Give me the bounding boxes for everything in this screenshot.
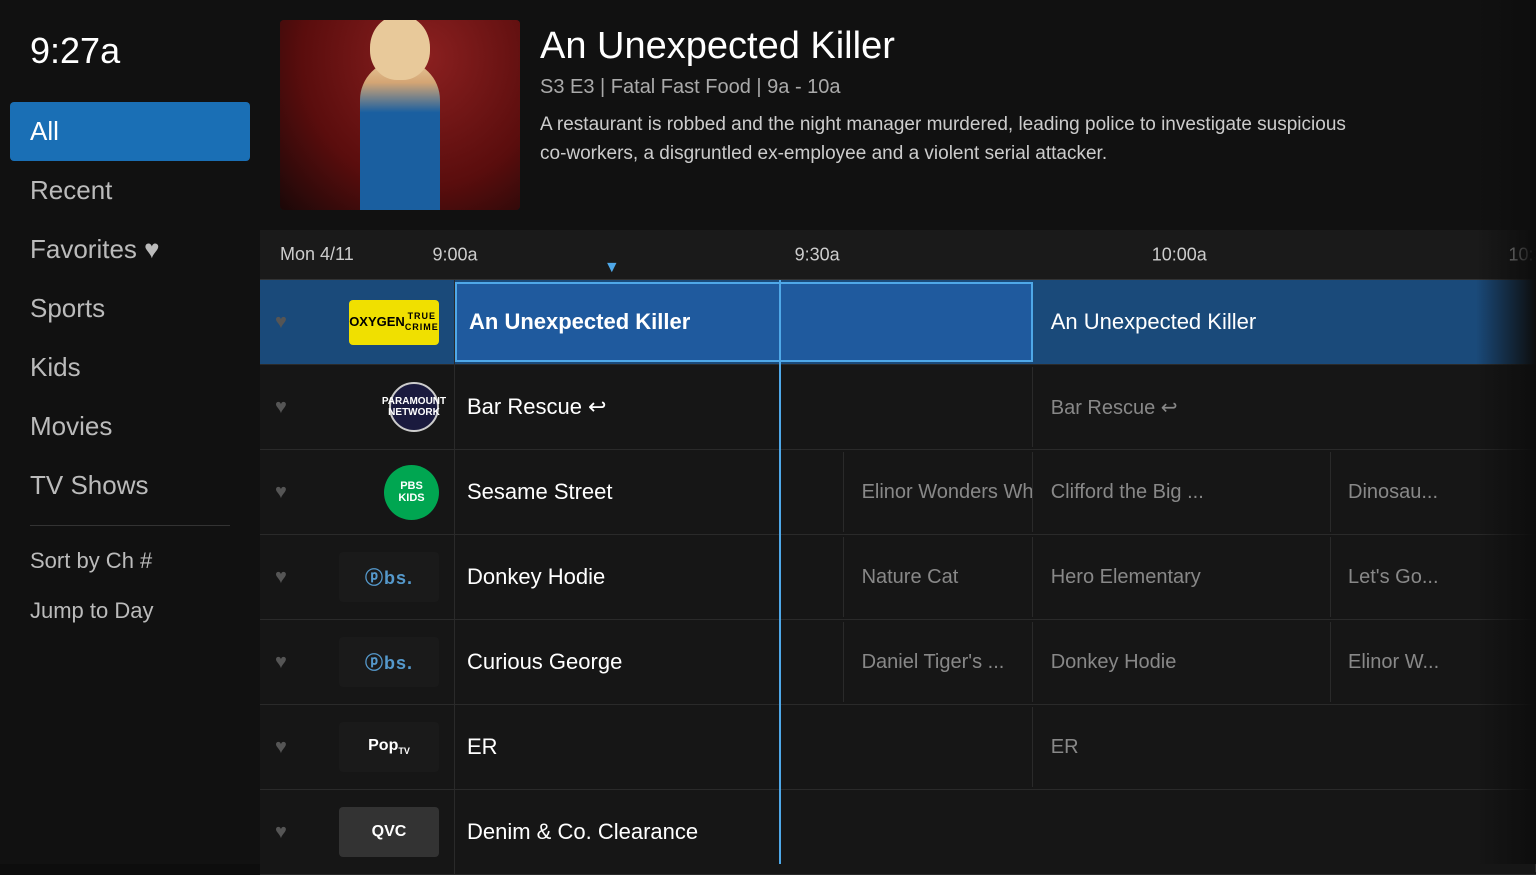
favorite-heart-pbs1[interactable]: ♥ [275,566,287,589]
program-block-paramount-0[interactable]: Bar Rescue ↩ [455,367,1033,447]
channel-row-pop[interactable]: ♥ PopTV ERER [260,705,1536,790]
programs-area-pbs2: Curious GeorgeDaniel Tiger's ...Donkey H… [455,620,1536,704]
channel-logo-pbs2: ⓟbs. [339,637,439,687]
channel-logo-pop: PopTV [339,722,439,772]
program-description: A restaurant is robbed and the night man… [540,111,1360,168]
program-block-pbs2-2[interactable]: Donkey Hodie [1039,622,1331,702]
programs-area-pop: ERER [455,705,1536,789]
program-meta: S3 E3 | Fatal Fast Food | 9a - 10a [540,76,1516,99]
sidebar-item-kids[interactable]: Kids [0,338,260,397]
sidebar: 9:27a AllRecentFavorites ♥SportsKidsMovi… [0,0,260,864]
programs-area-qvc: Denim & Co. Clearance [455,790,1536,874]
program-block-pop-1[interactable]: ER [1039,707,1536,787]
favorite-heart-pop[interactable]: ♥ [275,736,287,759]
favorite-heart-oxygen[interactable]: ♥ [275,311,287,334]
programs-area-pbs-kids: Sesame StreetElinor Wonders WhyClifford … [455,450,1536,534]
main-area: An Unexpected Killer S3 E3 | Fatal Fast … [260,0,1536,864]
program-block-pbs1-3[interactable]: Let's Go... [1336,537,1536,617]
channel-logo-paramount: PARAMOUNTNETWORK [389,382,439,432]
channel-logo-qvc: QVC [339,807,439,857]
time-marker-3: 10:30a [1508,244,1536,265]
sidebar-utility-jump[interactable]: Jump to Day [0,586,260,636]
thumbnail-image [280,20,520,210]
channel-rows: ♥ OXYGENTRUE CRIME An Unexpected KillerAn … [260,280,1536,875]
channel-logo-pbs1: ⓟbs. [339,552,439,602]
channel-cell-pbs-kids: ♥ PBSKIDS [260,450,455,534]
sidebar-nav: AllRecentFavorites ♥SportsKidsMoviesTV S… [0,102,260,864]
program-block-pbs1-1[interactable]: Nature Cat [850,537,1034,617]
channel-cell-pbs2: ♥ ⓟbs. [260,620,455,704]
program-block-pbs2-3[interactable]: Elinor W... [1336,622,1536,702]
timeline-header: Mon 4/11 9:00a 9:30a 10:00a 10:30a ▼ [260,230,1536,280]
favorite-heart-pbs-kids[interactable]: ♥ [275,481,287,504]
programs-area-pbs1: Donkey HodieNature CatHero ElementaryLet… [455,535,1536,619]
channel-row-pbs2[interactable]: ♥ ⓟbs. Curious GeorgeDaniel Tiger's ...Don… [260,620,1536,705]
channel-cell-paramount: ♥ PARAMOUNTNETWORK [260,365,455,449]
channel-row-pbs1[interactable]: ♥ ⓟbs. Donkey HodieNature CatHero Elementa… [260,535,1536,620]
program-block-paramount-1[interactable]: Bar Rescue ↩ [1039,367,1536,447]
program-block-pbs2-0[interactable]: Curious George [455,622,844,702]
programs-area-paramount: Bar Rescue ↩Bar Rescue ↩ [455,365,1536,449]
timeline-times: 9:00a9:30a10:00a10:30a▼ [455,230,1536,279]
channel-row-paramount[interactable]: ♥ PARAMOUNTNETWORK Bar Rescue ↩Bar Rescue … [260,365,1536,450]
channel-logo-pbs-kids: PBSKIDS [384,465,439,520]
channel-cell-oxygen: ♥ OXYGENTRUE CRIME [260,280,455,364]
current-time: 9:27a [0,30,260,102]
sidebar-item-favorites[interactable]: Favorites ♥ [0,220,260,279]
time-marker-2: 10:00a [1152,244,1207,265]
sidebar-divider [30,525,230,526]
sidebar-item-movies[interactable]: Movies [0,397,260,456]
sidebar-item-recent[interactable]: Recent [0,161,260,220]
channel-cell-qvc: ♥ QVC [260,790,455,874]
program-block-qvc-0[interactable]: Denim & Co. Clearance [455,792,1536,872]
channel-row-pbs-kids[interactable]: ♥ PBSKIDS Sesame StreetElinor Wonders WhyC… [260,450,1536,535]
channel-cell-pbs1: ♥ ⓟbs. [260,535,455,619]
program-block-oxygen-0[interactable]: An Unexpected Killer [455,282,1033,362]
sidebar-item-sports[interactable]: Sports [0,279,260,338]
favorite-heart-paramount[interactable]: ♥ [275,396,287,419]
time-marker-0: 9:00a [432,244,477,265]
programs-area-oxygen: An Unexpected KillerAn Unexpected Killer [455,280,1536,364]
current-time-indicator: ▼ [604,259,620,277]
program-block-pbs1-2[interactable]: Hero Elementary [1039,537,1331,617]
channel-row-qvc[interactable]: ♥ QVC Denim & Co. Clearance [260,790,1536,875]
time-marker-1: 9:30a [795,244,840,265]
channel-col-header: Mon 4/11 [260,244,455,265]
program-info: An Unexpected Killer S3 E3 | Fatal Fast … [540,20,1516,210]
program-block-pop-0[interactable]: ER [455,707,1033,787]
program-block-pbs-kids-2[interactable]: Clifford the Big ... [1039,452,1331,532]
sidebar-item-tvshows[interactable]: TV Shows [0,456,260,515]
program-title: An Unexpected Killer [540,25,1516,68]
program-block-pbs-kids-3[interactable]: Dinosau... [1336,452,1536,532]
channel-row-oxygen[interactable]: ♥ OXYGENTRUE CRIME An Unexpected KillerAn … [260,280,1536,365]
epg-grid: Mon 4/11 9:00a 9:30a 10:00a 10:30a ▼ ♥ OXYGEN… [260,230,1536,875]
channel-logo-oxygen: OXYGENTRUE CRIME [349,300,439,345]
channel-cell-pop: ♥ PopTV [260,705,455,789]
program-header: An Unexpected Killer S3 E3 | Fatal Fast … [260,0,1536,230]
sidebar-utility-sort[interactable]: Sort by Ch # [0,536,260,586]
program-block-oxygen-1[interactable]: An Unexpected Killer [1039,282,1536,362]
favorite-heart-pbs2[interactable]: ♥ [275,651,287,674]
program-block-pbs-kids-1[interactable]: Elinor Wonders Why [850,452,1034,532]
favorite-heart-qvc[interactable]: ♥ [275,821,287,844]
program-thumbnail [280,20,520,210]
program-block-pbs-kids-0[interactable]: Sesame Street [455,452,844,532]
program-block-pbs1-0[interactable]: Donkey Hodie [455,537,844,617]
program-block-pbs2-1[interactable]: Daniel Tiger's ... [850,622,1034,702]
sidebar-item-all[interactable]: All [10,102,250,161]
timeline-date: Mon 4/11 [260,244,384,264]
